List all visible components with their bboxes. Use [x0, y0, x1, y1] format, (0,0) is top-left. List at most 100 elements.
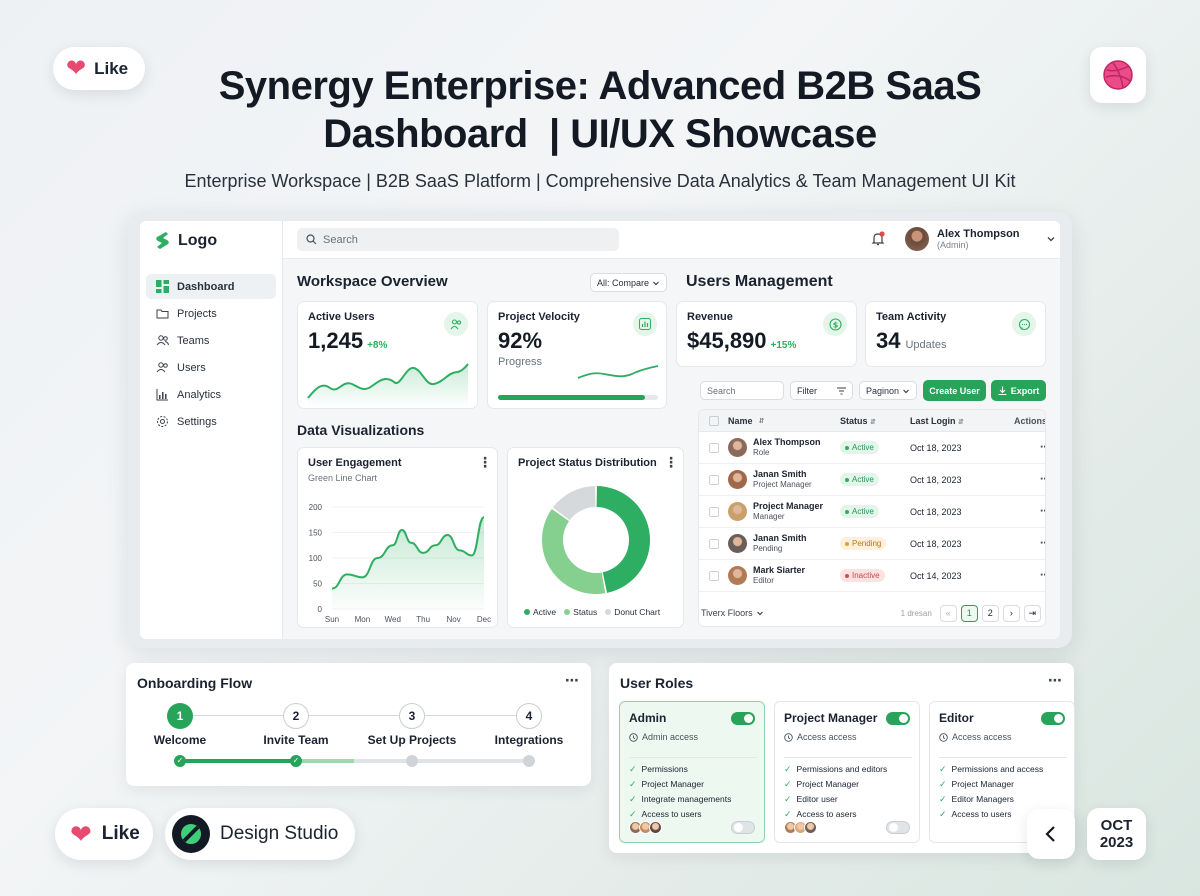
- last-login: Oct 18, 2023: [910, 506, 962, 517]
- sidebar-item-dashboard[interactable]: Dashboard: [146, 274, 276, 299]
- more-icon[interactable]: ⋯: [1040, 474, 1045, 485]
- col-last-login[interactable]: Last Login ⇵: [910, 416, 994, 426]
- col-name[interactable]: Name ⇵: [728, 416, 840, 426]
- role-card-admin[interactable]: Admin Admin access ✓ Permissions ✓ Project Ma…: [619, 701, 765, 843]
- sidebar-item-projects[interactable]: Projects: [146, 301, 276, 326]
- donut-slice-status[interactable]: [542, 509, 606, 594]
- donut-slice-active[interactable]: [596, 486, 650, 593]
- export-button[interactable]: Export: [991, 380, 1046, 401]
- role-toggle[interactable]: [886, 712, 910, 725]
- users-icon: [450, 318, 461, 329]
- row-checkbox[interactable]: [709, 570, 719, 581]
- col-login-label: Last Login: [910, 415, 956, 426]
- more-icon[interactable]: ⋯: [1040, 506, 1045, 517]
- dollar-badge: $: [823, 312, 847, 336]
- search-input[interactable]: Search: [297, 228, 619, 251]
- last-page-button[interactable]: ⇥: [1023, 604, 1041, 622]
- date-month: OCT: [1100, 817, 1133, 834]
- sidebar-item-teams[interactable]: Teams: [146, 328, 276, 353]
- velocity-progress-fill: [498, 395, 646, 400]
- role-members: [784, 821, 817, 834]
- role-access-label: Access access: [952, 732, 1012, 742]
- sidebar-item-label: Dashboard: [177, 280, 235, 293]
- toggle-knob: [889, 823, 898, 832]
- create-user-button[interactable]: Create User: [923, 380, 986, 401]
- chevron-left-icon: [1045, 826, 1055, 842]
- permission-label: Permissions and access: [951, 764, 1044, 774]
- floors-dropdown[interactable]: Tiverx Floors: [701, 608, 764, 618]
- page-2-button[interactable]: 2: [981, 604, 999, 622]
- x-tick-label: Nov: [446, 615, 460, 624]
- user-engagement-chart: 0 50 100 150 200 Sun Mon Wed Thu Nov Dec: [309, 503, 491, 624]
- table-row[interactable]: Janan Smith Project Manager Active Oct 18, …: [699, 464, 1045, 496]
- compare-dropdown[interactable]: All: Compare: [590, 273, 667, 292]
- team-activity-card: Team Activity 34 Updates: [865, 301, 1046, 367]
- more-options-icon[interactable]: ⋮: [664, 454, 679, 471]
- role-secondary-toggle[interactable]: [886, 821, 910, 834]
- table-row[interactable]: Janan SmithPendingPendingOct 18, 2023⋯: [699, 528, 1045, 560]
- back-button[interactable]: [1027, 809, 1075, 859]
- engagement-area: [332, 517, 484, 609]
- col-status[interactable]: Status ⇵: [840, 416, 910, 426]
- chat-icon: [1018, 318, 1030, 330]
- sidebar-nav: Dashboard Projects Teams Users Analytics…: [146, 274, 276, 436]
- sidebar-item-analytics[interactable]: Analytics: [146, 382, 276, 407]
- users-search-input[interactable]: Search: [700, 381, 784, 400]
- step-1-circle[interactable]: 1: [167, 703, 193, 729]
- role-toggle[interactable]: [731, 712, 755, 725]
- col-name-label: Name: [728, 415, 753, 426]
- row-checkbox[interactable]: [709, 474, 719, 485]
- more-options-icon[interactable]: ⋯: [565, 672, 580, 689]
- user-roles-title: User Roles: [620, 675, 694, 691]
- more-icon[interactable]: ⋯: [1040, 570, 1045, 581]
- more-icon[interactable]: ⋯: [1040, 538, 1045, 549]
- step-3-circle[interactable]: 3: [399, 703, 425, 729]
- step-2-circle[interactable]: 2: [283, 703, 309, 729]
- row-checkbox[interactable]: [709, 538, 719, 549]
- filter-button[interactable]: Filter: [790, 381, 853, 400]
- status-cell: Inactive: [840, 569, 910, 582]
- role-card-project-manager[interactable]: Project Manager Access access ✓ Permissions…: [774, 701, 920, 843]
- permission-item: ✓ Editor user: [784, 792, 912, 807]
- first-page-button[interactable]: «: [939, 604, 957, 622]
- y-tick-label: 150: [309, 529, 323, 538]
- user-sub: Role: [753, 448, 770, 457]
- next-page-button[interactable]: ›: [1002, 604, 1020, 622]
- floors-label: Tiverx Floors: [701, 608, 753, 618]
- check-icon: ✓: [629, 794, 637, 804]
- pagination-dropdown[interactable]: Paginon: [859, 381, 917, 400]
- row-actions: ⋯: [994, 442, 1045, 453]
- role-name: Project Manager: [784, 711, 878, 725]
- user-menu[interactable]: Alex Thompson (Admin): [905, 227, 1056, 251]
- status-badge: Active: [840, 441, 879, 454]
- select-all-checkbox[interactable]: [709, 415, 719, 426]
- user-name: Alex Thompson: [937, 228, 1020, 240]
- table-row[interactable]: Alex ThompsonRole Active Oct 18, 2023 ⋯: [699, 432, 1045, 464]
- dollar-icon: $: [828, 317, 842, 331]
- table-row[interactable]: Project Manager Manager Active Oct 18, 2023…: [699, 496, 1045, 528]
- design-studio-badge[interactable]: Design Studio: [165, 808, 355, 860]
- users-icon: [156, 362, 168, 373]
- row-checkbox[interactable]: [709, 442, 719, 453]
- more-options-icon[interactable]: ⋮: [478, 454, 493, 471]
- active-users-sparkline: [307, 363, 469, 408]
- page-1-button[interactable]: 1: [960, 604, 978, 622]
- active-users-delta: +8%: [367, 340, 388, 351]
- sidebar: Logo Dashboard Projects Teams Users Anal…: [140, 221, 283, 639]
- more-icon[interactable]: ⋯: [1040, 442, 1045, 453]
- sidebar-item-settings[interactable]: Settings: [146, 409, 276, 434]
- role-toggle[interactable]: [1041, 712, 1065, 725]
- role-secondary-toggle[interactable]: [731, 821, 755, 834]
- bell-icon[interactable]: [871, 231, 885, 247]
- like-button-bottom[interactable]: ❤ Like: [55, 808, 153, 860]
- more-options-icon[interactable]: ⋯: [1048, 672, 1063, 689]
- step-4-circle[interactable]: 4: [516, 703, 542, 729]
- sidebar-item-users[interactable]: Users: [146, 355, 276, 380]
- status-dot: [845, 445, 849, 450]
- y-tick-label: 50: [313, 580, 322, 589]
- avatar: [804, 821, 817, 834]
- row-checkbox[interactable]: [709, 506, 719, 517]
- table-row[interactable]: Mark SiarterEditor Inactive Oct 14, 2023 ⋯: [699, 560, 1045, 592]
- logo[interactable]: Logo: [154, 231, 217, 250]
- status-label: Active: [852, 507, 874, 516]
